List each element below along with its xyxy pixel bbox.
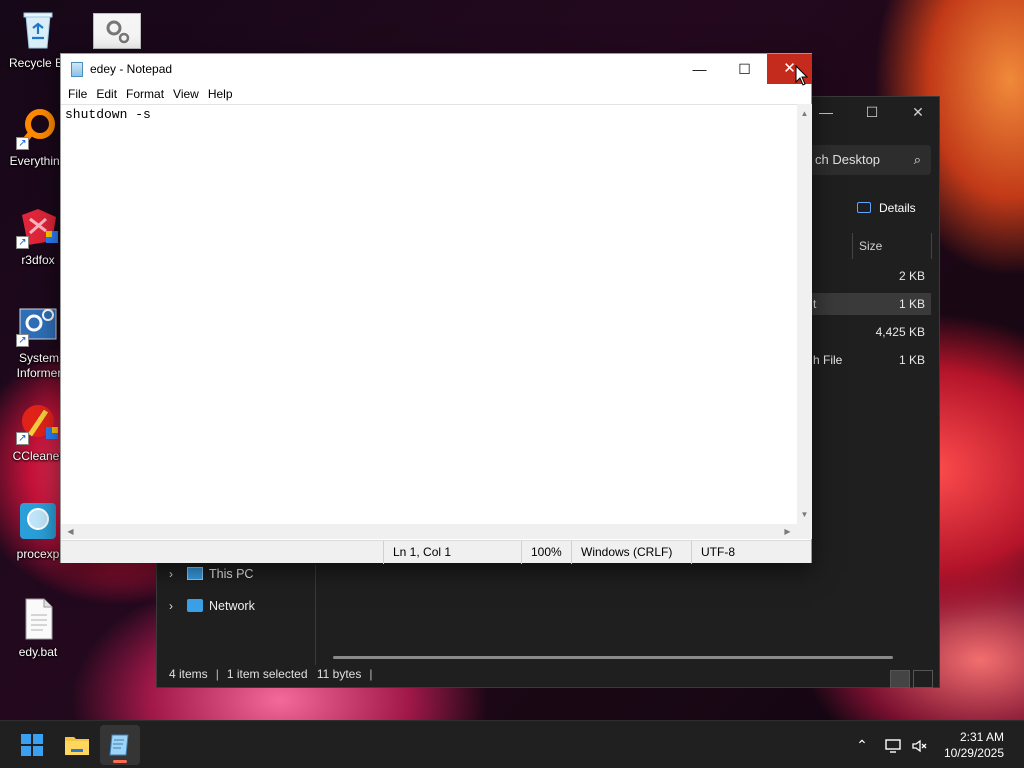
- show-hidden-icons-button[interactable]: ⌃: [852, 721, 872, 768]
- file-row[interactable]: h File 1 KB: [807, 349, 931, 371]
- mouse-cursor-icon: [795, 64, 809, 92]
- horizontal-scrollbar[interactable]: ◀ ▶: [61, 524, 797, 539]
- gear-icon[interactable]: [93, 13, 141, 49]
- search-input[interactable]: ch Desktop ⌕: [807, 145, 931, 175]
- file-type: t: [813, 297, 817, 311]
- taskbar-file-explorer[interactable]: [57, 725, 97, 765]
- monitor-icon: [885, 739, 901, 753]
- menu-edit[interactable]: Edit: [96, 84, 117, 104]
- recycle-bin-icon: [16, 8, 60, 52]
- menu-file[interactable]: File: [68, 84, 87, 104]
- minimize-button[interactable]: —: [677, 54, 722, 84]
- view-toggle: [887, 665, 933, 691]
- process-explorer-icon: [16, 499, 60, 543]
- vertical-scrollbar[interactable]: ▲ ▼: [797, 104, 812, 524]
- pane-divider[interactable]: [315, 565, 316, 665]
- nav-item-this-pc[interactable]: › This PC: [169, 563, 253, 585]
- notepad-icon: [71, 62, 83, 77]
- status-position: Ln 1, Col 1: [383, 541, 521, 564]
- file-explorer-icon: [65, 737, 89, 755]
- start-icon: [21, 734, 43, 756]
- file-size: 1 KB: [898, 297, 925, 311]
- volume-muted-icon[interactable]: [910, 721, 930, 768]
- file-row[interactable]: t 1 KB: [807, 293, 931, 315]
- monitor-icon: [187, 567, 203, 580]
- status-encoding: UTF-8: [691, 541, 801, 564]
- details-label: Details: [879, 201, 916, 215]
- column-header-size[interactable]: Size: [852, 233, 932, 259]
- chevron-right-icon: ›: [169, 599, 173, 613]
- r3dfox-browser-icon: ↗: [16, 205, 60, 249]
- desktop-icon-label: edy.bat: [18, 645, 58, 659]
- file-row[interactable]: 4,425 KB: [807, 321, 931, 343]
- status-separator: |: [215, 667, 219, 681]
- display-icon[interactable]: [884, 721, 904, 768]
- active-app-indicator: [113, 760, 127, 763]
- file-size: 2 KB: [898, 269, 925, 283]
- taskbar: ⌃ 2:31 AM 10/29/2025: [0, 720, 1024, 768]
- nav-item-network[interactable]: › Network: [169, 595, 255, 617]
- shortcut-arrow-icon: ↗: [16, 334, 29, 347]
- clock-time: 2:31 AM: [959, 730, 1004, 744]
- system-informer-icon: ↗: [16, 303, 60, 347]
- status-bytes: 11 bytes: [316, 667, 362, 681]
- system-clock[interactable]: 2:31 AM 10/29/2025: [944, 729, 1004, 761]
- notepad-status-bar: Ln 1, Col 1 100% Windows (CRLF) UTF-8: [61, 540, 811, 564]
- maximize-button[interactable]: ☐: [849, 97, 895, 127]
- nav-label: This PC: [209, 567, 254, 581]
- notepad-window[interactable]: edey - Notepad — ☐ ✕ File Edit Format View H…: [60, 53, 812, 564]
- start-button[interactable]: [12, 725, 52, 765]
- clock-date: 10/29/2025: [943, 746, 1004, 760]
- explorer-status-bar: 4 items | 1 item selected 11 bytes |: [157, 661, 939, 688]
- chevron-right-icon: ›: [169, 567, 173, 581]
- search-placeholder: ch Desktop: [815, 152, 881, 167]
- menu-help[interactable]: Help: [208, 84, 233, 104]
- menu-format[interactable]: Format: [126, 84, 164, 104]
- maximize-button[interactable]: ☐: [722, 54, 767, 84]
- scroll-right-arrow-icon[interactable]: ▶: [780, 524, 795, 539]
- file-size: 4,425 KB: [875, 325, 925, 339]
- scroll-left-arrow-icon[interactable]: ◀: [63, 524, 78, 539]
- status-zoom: 100%: [521, 541, 571, 564]
- batch-file-icon: [16, 597, 60, 641]
- taskbar-notepad[interactable]: [100, 725, 140, 765]
- ccleaner-icon: ↗: [16, 401, 60, 445]
- menu-bar: File Edit Format View Help: [61, 84, 811, 104]
- shortcut-arrow-icon: ↗: [16, 236, 29, 249]
- shortcut-arrow-icon: ↗: [16, 432, 29, 445]
- status-line-ending: Windows (CRLF): [571, 541, 691, 564]
- status-selected: 1 item selected: [226, 667, 308, 681]
- close-button[interactable]: ✕: [895, 97, 941, 127]
- file-type: h File: [813, 353, 843, 367]
- nav-label: Network: [209, 599, 255, 613]
- details-view-button[interactable]: [890, 669, 910, 688]
- details-pane-button[interactable]: Details: [857, 201, 916, 215]
- desktop-icon-edy-bat[interactable]: edy.bat: [4, 597, 72, 660]
- scroll-up-arrow-icon[interactable]: ▲: [797, 106, 812, 121]
- everything-search-icon: ↗: [16, 106, 60, 150]
- status-item-count: 4 items: [169, 667, 208, 681]
- file-row[interactable]: 2 KB: [807, 265, 931, 287]
- scroll-down-arrow-icon[interactable]: ▼: [797, 507, 812, 522]
- menu-view[interactable]: View: [173, 84, 199, 104]
- file-size: 1 KB: [898, 353, 925, 367]
- desktop-icon-label: System Informer: [16, 351, 62, 380]
- title-bar[interactable]: edey - Notepad — ☐ ✕: [61, 54, 812, 84]
- notepad-icon: [109, 734, 129, 756]
- horizontal-scrollbar[interactable]: [333, 656, 893, 659]
- tiles-view-button[interactable]: [913, 669, 933, 688]
- status-separator: |: [369, 667, 373, 681]
- text-editor[interactable]: shutdown -s: [61, 104, 797, 524]
- details-pane-icon: [857, 202, 871, 213]
- shortcut-arrow-icon: ↗: [16, 137, 29, 150]
- window-title: edey - Notepad: [90, 62, 173, 76]
- network-icon: [187, 599, 203, 612]
- search-icon: ⌕: [913, 152, 921, 167]
- scrollbar-corner: [797, 524, 812, 539]
